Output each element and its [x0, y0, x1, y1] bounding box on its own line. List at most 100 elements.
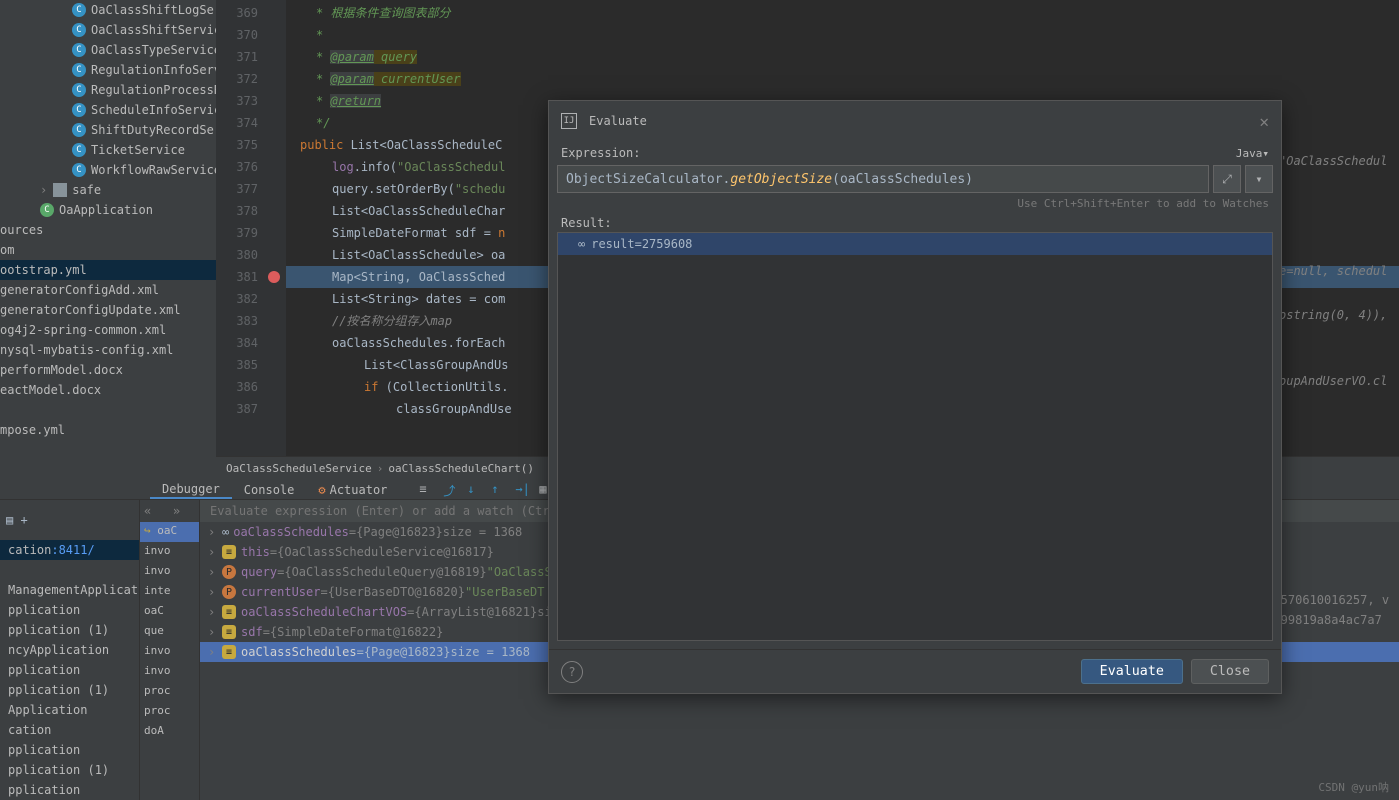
- folder-icon: [53, 183, 67, 197]
- step-out-icon[interactable]: ↑: [491, 482, 507, 498]
- tree-item[interactable]: om: [0, 240, 216, 260]
- chevron-right-icon[interactable]: ›: [208, 625, 218, 639]
- tab-actuator[interactable]: ⚙Actuator: [306, 480, 399, 499]
- run-item[interactable]: ncyApplication: [0, 640, 139, 660]
- field-icon: ≡: [222, 625, 236, 639]
- add-icon[interactable]: +: [20, 513, 27, 527]
- run-item[interactable]: pplication: [0, 740, 139, 760]
- tab-debugger[interactable]: Debugger: [150, 480, 232, 499]
- run-item[interactable]: pplication (1): [0, 680, 139, 700]
- tree-item[interactable]: CRegulationInfoServi: [0, 60, 216, 80]
- tree-item[interactable]: COaClassTypeService: [0, 40, 216, 60]
- tree-item[interactable]: COaApplication: [0, 200, 216, 220]
- param-icon: P: [222, 585, 236, 599]
- class-icon: C: [72, 163, 86, 177]
- class-icon: C: [40, 203, 54, 217]
- run-item[interactable]: ManagementApplication: [0, 580, 139, 600]
- close-icon[interactable]: ✕: [1259, 112, 1269, 131]
- chevron-right-icon: ›: [377, 462, 384, 475]
- tree-item[interactable]: CRegulationProcessR: [0, 80, 216, 100]
- frame-item[interactable]: inte: [140, 582, 199, 602]
- run-item[interactable]: cation: [0, 720, 139, 740]
- chevron-right-icon[interactable]: ›: [208, 565, 218, 579]
- editor-margin: [266, 0, 286, 480]
- expression-label: Expression:: [561, 146, 640, 160]
- frame-item[interactable]: invo: [140, 642, 199, 662]
- chevron-right-icon[interactable]: ›: [208, 545, 218, 559]
- chevron-right-icon: ›: [40, 183, 47, 197]
- chevron-right-icon[interactable]: ›: [208, 525, 218, 539]
- tree-item[interactable]: generatorConfigUpdate.xml: [0, 300, 216, 320]
- tree-item[interactable]: CScheduleInfoService: [0, 100, 216, 120]
- field-icon: ≡: [222, 545, 236, 559]
- tree-item[interactable]: nysql-mybatis-config.xml: [0, 340, 216, 360]
- tree-item[interactable]: [0, 400, 216, 420]
- frame-item[interactable]: proc: [140, 682, 199, 702]
- language-selector[interactable]: Java▾: [1236, 147, 1269, 160]
- frame-item[interactable]: oaC: [140, 602, 199, 622]
- run-item[interactable]: pplication (1): [0, 760, 139, 780]
- frame-item[interactable]: proc: [140, 702, 199, 722]
- search-icon[interactable]: ▤: [6, 513, 13, 527]
- class-icon: C: [72, 23, 86, 37]
- tree-item[interactable]: eactModel.docx: [0, 380, 216, 400]
- gutter: 369 370 371 372 373 374 375 376 377 378 …: [216, 0, 266, 480]
- tree-item[interactable]: COaClassShiftService: [0, 20, 216, 40]
- class-icon: C: [72, 83, 86, 97]
- frame-item[interactable]: que: [140, 622, 199, 642]
- dialog-titlebar[interactable]: IJ Evaluate ✕: [549, 101, 1281, 141]
- tree-item[interactable]: generatorConfigAdd.xml: [0, 280, 216, 300]
- field-icon: ≡: [222, 645, 236, 659]
- class-icon: C: [72, 63, 86, 77]
- frame-item[interactable]: doA: [140, 722, 199, 742]
- tree-item[interactable]: ources: [0, 220, 216, 240]
- class-icon: C: [72, 43, 86, 57]
- chevron-right-icon[interactable]: ›: [208, 645, 218, 659]
- run-item[interactable]: pplication: [0, 600, 139, 620]
- project-tree[interactable]: COaClassShiftLogSer COaClassShiftService…: [0, 0, 216, 480]
- tree-item[interactable]: mpose.yml: [0, 420, 216, 440]
- frames-panel[interactable]: « » ↪ oaC invo invo inte oaC que invo in…: [140, 500, 200, 800]
- chevron-right-icon[interactable]: ›: [208, 585, 218, 599]
- step-over-icon[interactable]: ⤴: [443, 482, 459, 498]
- tab-console[interactable]: Console: [232, 480, 307, 499]
- run-item[interactable]: pplication: [0, 660, 139, 680]
- tree-item-folder[interactable]: ›safe: [0, 180, 216, 200]
- help-icon[interactable]: ?: [561, 661, 583, 683]
- breakpoint-icon[interactable]: 381: [216, 266, 266, 288]
- class-icon: C: [72, 103, 86, 117]
- link-icon: ∞: [578, 237, 585, 251]
- frame-item[interactable]: ↪ oaC: [140, 522, 199, 542]
- frame-item[interactable]: invo: [140, 562, 199, 582]
- field-icon: ≡: [222, 605, 236, 619]
- run-configurations[interactable]: ▤ + cation :8411/ ManagementApplication …: [0, 500, 140, 800]
- intellij-icon: IJ: [561, 113, 577, 129]
- tree-item[interactable]: COaClassShiftLogSer: [0, 0, 216, 20]
- run-item[interactable]: pplication: [0, 780, 139, 800]
- chevron-right-icon[interactable]: ›: [208, 605, 218, 619]
- tree-item-selected[interactable]: ootstrap.yml: [0, 260, 216, 280]
- frame-item[interactable]: invo: [140, 542, 199, 562]
- threads-icon[interactable]: ≡: [419, 482, 435, 498]
- evaluate-button[interactable]: Evaluate: [1081, 659, 1183, 684]
- result-panel[interactable]: ∞ result = 2759608: [557, 232, 1273, 641]
- evaluate-dialog: IJ Evaluate ✕ Expression: Java▾ ObjectSi…: [548, 100, 1282, 694]
- close-button[interactable]: Close: [1191, 659, 1269, 684]
- tree-item[interactable]: CTicketService: [0, 140, 216, 160]
- tree-item[interactable]: CShiftDutyRecordSer: [0, 120, 216, 140]
- run-item[interactable]: Application: [0, 700, 139, 720]
- breadcrumb-class[interactable]: OaClassScheduleService: [226, 462, 372, 475]
- breadcrumb-method[interactable]: oaClassScheduleChart(): [388, 462, 534, 475]
- tree-item[interactable]: og4j2-spring-common.xml: [0, 320, 216, 340]
- frame-item[interactable]: invo: [140, 662, 199, 682]
- history-dropdown-icon[interactable]: ▾: [1245, 165, 1273, 193]
- expand-icon[interactable]: ⤢: [1213, 165, 1241, 193]
- run-to-cursor-icon[interactable]: →|: [515, 482, 531, 498]
- result-row[interactable]: ∞ result = 2759608: [558, 233, 1272, 255]
- step-into-icon[interactable]: ↓: [467, 482, 483, 498]
- tree-item[interactable]: CWorkflowRawService: [0, 160, 216, 180]
- run-item[interactable]: pplication (1): [0, 620, 139, 640]
- run-item[interactable]: cation :8411/: [0, 540, 139, 560]
- expression-input[interactable]: ObjectSizeCalculator.getObjectSize(oaCla…: [557, 165, 1209, 193]
- tree-item[interactable]: performModel.docx: [0, 360, 216, 380]
